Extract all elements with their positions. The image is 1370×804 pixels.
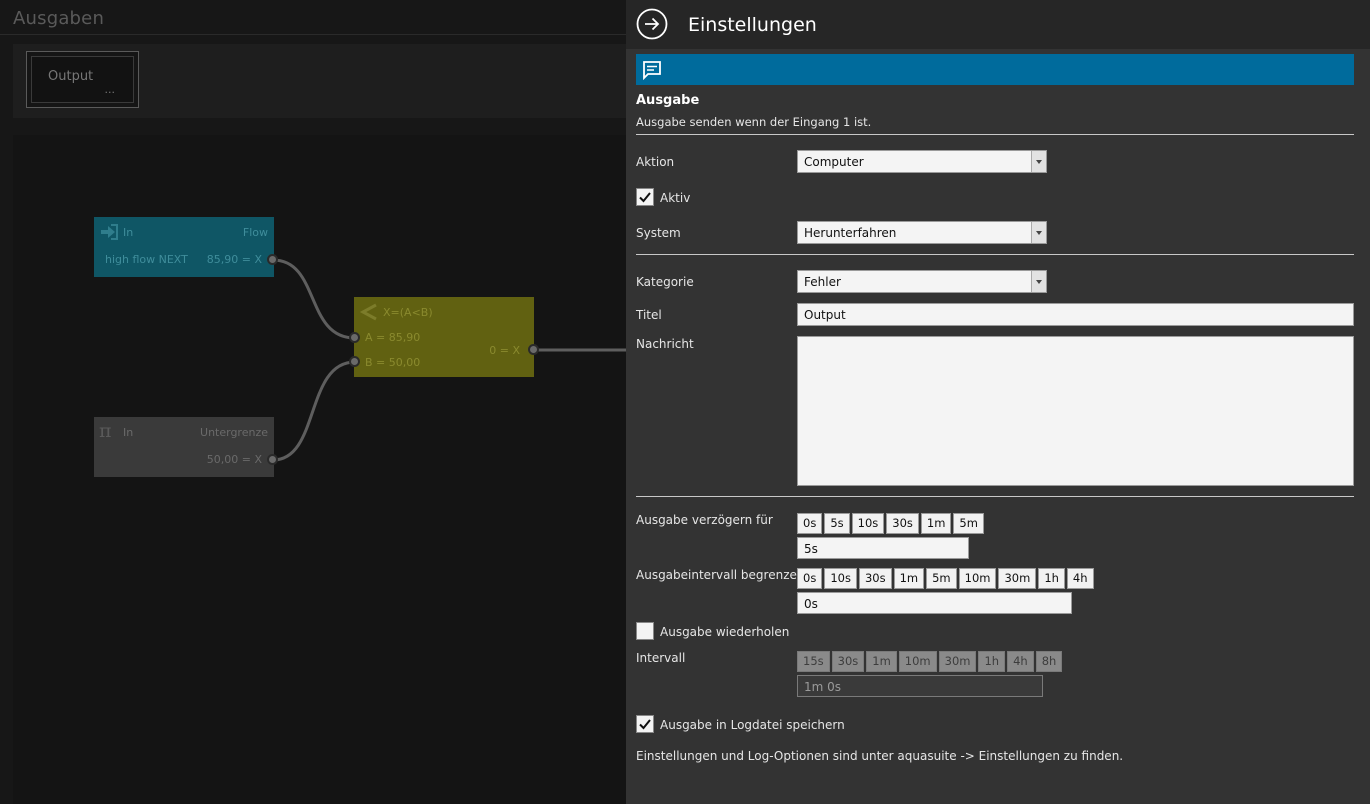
chevron-down-icon[interactable] (1031, 151, 1046, 172)
delay-label: Ausgabe verzögern für (636, 513, 773, 527)
node-name: Flow (242, 226, 268, 239)
check-icon (639, 192, 651, 203)
limit-label: Ausgabeintervall begrenzen (636, 568, 805, 582)
aktiv-checkbox[interactable] (636, 188, 654, 206)
kategorie-label: Kategorie (636, 275, 694, 289)
delay-preset-button[interactable]: 0s (797, 513, 823, 534)
delay-preset-button[interactable]: 30s (886, 513, 919, 534)
limit-preset-button[interactable]: 1m (893, 568, 925, 589)
nachricht-textarea[interactable] (797, 336, 1354, 486)
node-flow-input[interactable]: In Flow high flow NEXT 85,90 = X (94, 217, 274, 277)
footer-note: Einstellungen und Log-Optionen sind unte… (636, 749, 1124, 763)
outputs-editor: Ausgaben Output ... In Flow high flow NE… (0, 0, 626, 804)
intervall-preset-button[interactable]: 4h (1007, 651, 1034, 672)
node-header: π In Untergrenze (94, 417, 274, 447)
compare-input-b-port[interactable] (349, 356, 360, 367)
section-title: Ausgabe (636, 93, 700, 108)
panel-title: Einstellungen (688, 14, 817, 36)
limit-preset-button[interactable]: 0s (797, 568, 823, 589)
system-value: Herunterfahren (804, 226, 897, 240)
message-icon (643, 61, 661, 80)
settings-panel: Einstellungen Ausgabe Ausgabe senden wen… (626, 0, 1370, 804)
delay-preset-button[interactable]: 1m (920, 513, 952, 534)
limit-presets: 0s 10s 30s 1m 5m 10m 30m 1h 4h (797, 568, 1094, 589)
repeat-checkbox[interactable] (636, 622, 654, 640)
section-description: Ausgabe senden wenn der Eingang 1 ist. (636, 115, 872, 129)
intervall-input[interactable]: 1m 0s (797, 675, 1043, 697)
nachricht-label: Nachricht (636, 337, 694, 351)
kategorie-value: Fehler (804, 275, 841, 289)
intervall-preset-button[interactable]: 1h (978, 651, 1006, 672)
lower-output-port[interactable] (267, 454, 278, 465)
flow-output-port[interactable] (267, 254, 278, 265)
system-select[interactable]: Herunterfahren (797, 221, 1047, 244)
node-output: 0 = X (489, 344, 520, 357)
node-header: In Flow (94, 217, 274, 247)
chevron-down-icon[interactable] (1031, 271, 1046, 292)
aktion-select[interactable]: Computer (797, 150, 1047, 173)
intervall-preset-button[interactable]: 15s (797, 651, 830, 672)
intervall-preset-button[interactable]: 30s (831, 651, 865, 672)
node-source: high flow NEXT (105, 253, 188, 266)
system-label: System (636, 226, 681, 240)
sign-in-icon (101, 224, 118, 240)
intervall-preset-button[interactable]: 8h (1035, 651, 1063, 672)
limit-preset-button[interactable]: 30s (858, 568, 892, 589)
log-checkbox[interactable] (636, 715, 654, 733)
intervall-preset-button[interactable]: 30m (938, 651, 977, 672)
divider (636, 496, 1354, 497)
check-icon (639, 719, 651, 730)
chevron-down-icon[interactable] (1031, 222, 1046, 243)
node-value: 85,90 = X (206, 253, 262, 266)
limit-preset-button[interactable]: 10s (824, 568, 857, 589)
limit-preset-button[interactable]: 5m (926, 568, 957, 589)
connector-lines (272, 258, 626, 462)
delay-input[interactable]: 5s (797, 537, 969, 559)
node-value: 50,00 = X (206, 453, 262, 466)
limit-preset-button[interactable]: 10m (958, 568, 997, 589)
pi-icon: π (99, 420, 112, 442)
node-header: X=(A<B) (354, 297, 534, 327)
aktion-value: Computer (804, 155, 864, 169)
aktiv-label: Aktiv (660, 191, 691, 205)
limit-preset-button[interactable]: 1h (1038, 568, 1065, 589)
repeat-label: Ausgabe wiederholen (660, 625, 790, 639)
delay-preset-button[interactable]: 5s (824, 513, 850, 534)
node-kind: In (123, 226, 134, 239)
delay-preset-button[interactable]: 5m (953, 513, 984, 534)
notification-type-bar[interactable] (636, 54, 1354, 85)
panel-header: Einstellungen (626, 0, 1370, 49)
node-lower-limit[interactable]: π In Untergrenze 50,00 = X (94, 417, 274, 477)
titel-label: Titel (636, 308, 662, 322)
aktion-label: Aktion (636, 155, 675, 169)
arrow-right-circle-icon[interactable] (636, 8, 668, 40)
divider (636, 254, 1354, 255)
node-formula: X=(A<B) (383, 306, 433, 319)
delay-presets: 0s 5s 10s 30s 1m 5m (797, 513, 984, 534)
compare-input-a-port[interactable] (349, 332, 360, 343)
less-than-icon (359, 303, 377, 321)
limit-preset-button[interactable]: 4h (1066, 568, 1094, 589)
limit-preset-button[interactable]: 30m (998, 568, 1037, 589)
divider (636, 134, 1354, 135)
node-name: Untergrenze (200, 426, 268, 439)
compare-output-port[interactable] (528, 344, 539, 355)
node-input-b: B = 50,00 (365, 356, 421, 369)
intervall-preset-button[interactable]: 10m (898, 651, 937, 672)
intervall-preset-button[interactable]: 1m (866, 651, 897, 672)
intervall-label: Intervall (636, 651, 686, 665)
delay-preset-button[interactable]: 10s (851, 513, 885, 534)
node-input-a: A = 85,90 (365, 331, 421, 344)
node-compare[interactable]: X=(A<B) A = 85,90 B = 50,00 0 = X (354, 297, 534, 377)
node-kind: In (123, 426, 134, 439)
log-label: Ausgabe in Logdatei speichern (660, 718, 845, 732)
intervall-presets: 15s 30s 1m 10m 30m 1h 4h 8h (797, 651, 1063, 672)
titel-input[interactable]: Output (797, 303, 1354, 326)
kategorie-select[interactable]: Fehler (797, 270, 1047, 293)
limit-input[interactable]: 0s (797, 592, 1072, 614)
